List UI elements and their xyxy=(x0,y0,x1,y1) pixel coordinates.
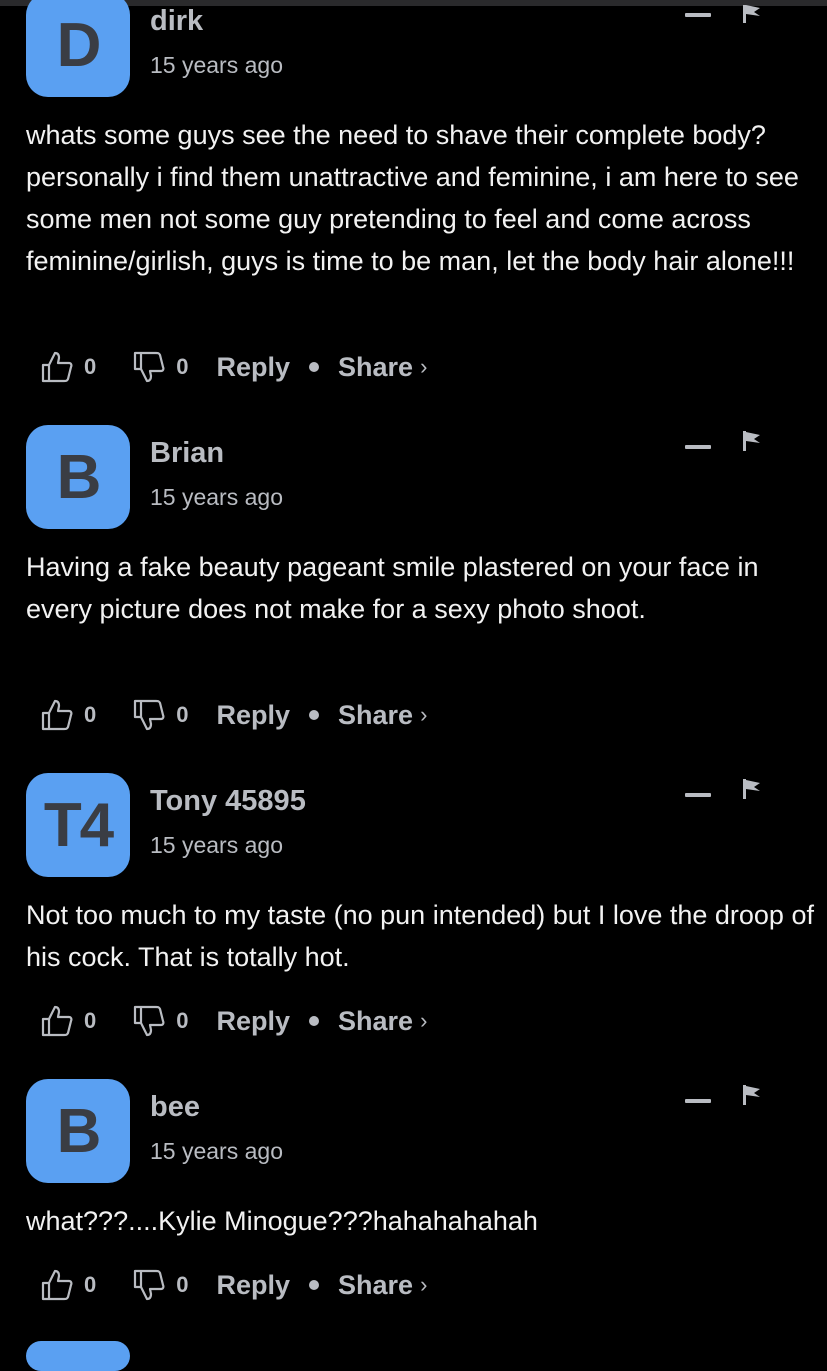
comment-timestamp[interactable]: 15 years ago xyxy=(150,1138,283,1165)
comment-author[interactable]: Tony 45895 xyxy=(150,785,306,818)
collapse-icon[interactable] xyxy=(685,793,711,797)
comment-timestamp[interactable]: 15 years ago xyxy=(150,484,283,511)
thumbs-up-icon[interactable] xyxy=(40,1004,74,1038)
share-button[interactable]: Share xyxy=(338,1006,413,1037)
downvote-count: 0 xyxy=(176,1008,189,1033)
comment-actions: 0 0 Reply Share › xyxy=(40,347,427,387)
comment-author[interactable]: bee xyxy=(150,1091,200,1124)
comment-body: whats some guys see the need to shave th… xyxy=(26,120,799,276)
flag-icon[interactable] xyxy=(742,5,762,27)
thumbs-up-icon[interactable] xyxy=(40,350,74,384)
separator-dot xyxy=(309,1016,320,1026)
comment-actions: 0 0 Reply Share › xyxy=(40,695,427,735)
comment-author[interactable]: dirk xyxy=(150,5,203,38)
flag-icon[interactable] xyxy=(742,1085,762,1107)
reply-button[interactable]: Reply xyxy=(217,1006,291,1037)
flag-icon[interactable] xyxy=(742,431,762,453)
avatar[interactable]: T4 xyxy=(26,773,130,877)
thumbs-down-icon[interactable] xyxy=(132,350,166,384)
share-button[interactable]: Share xyxy=(338,1270,413,1301)
collapse-icon[interactable] xyxy=(685,445,711,449)
separator-dot xyxy=(309,1280,320,1290)
collapse-icon[interactable] xyxy=(685,1099,711,1103)
comment-actions: 0 0 Reply Share › xyxy=(40,1265,427,1305)
upvote-count: 0 xyxy=(84,1008,97,1033)
comment-timestamp[interactable]: 15 years ago xyxy=(150,832,283,859)
chevron-right-icon: › xyxy=(420,702,428,727)
thumbs-down-icon[interactable] xyxy=(132,698,166,732)
chevron-right-icon: › xyxy=(420,354,428,379)
comment-actions: 0 0 Reply Share › xyxy=(40,1001,427,1041)
separator-dot xyxy=(309,362,320,372)
next-comment-avatar[interactable] xyxy=(26,1341,130,1371)
comment-timestamp[interactable]: 15 years ago xyxy=(150,52,283,79)
thumbs-down-icon[interactable] xyxy=(132,1004,166,1038)
avatar[interactable]: B xyxy=(26,425,130,529)
upvote-count: 0 xyxy=(84,1272,97,1297)
thumbs-up-icon[interactable] xyxy=(40,698,74,732)
comment-body: Not too much to my taste (no pun intende… xyxy=(26,900,814,972)
comment-body: what???....Kylie Minogue???hahahahahah xyxy=(26,1206,538,1236)
collapse-icon[interactable] xyxy=(685,13,711,17)
comment-author[interactable]: Brian xyxy=(150,437,224,470)
upvote-count: 0 xyxy=(84,702,97,727)
thumbs-up-icon[interactable] xyxy=(40,1268,74,1302)
avatar[interactable]: D xyxy=(26,0,130,97)
downvote-count: 0 xyxy=(176,702,189,727)
thumbs-down-icon[interactable] xyxy=(132,1268,166,1302)
flag-icon[interactable] xyxy=(742,779,762,801)
reply-button[interactable]: Reply xyxy=(217,700,291,731)
downvote-count: 0 xyxy=(176,354,189,379)
reply-button[interactable]: Reply xyxy=(217,1270,291,1301)
comment-body: Having a fake beauty pageant smile plast… xyxy=(26,552,759,624)
share-button[interactable]: Share xyxy=(338,352,413,383)
upvote-count: 0 xyxy=(84,354,97,379)
separator-dot xyxy=(309,710,320,720)
reply-button[interactable]: Reply xyxy=(217,352,291,383)
share-button[interactable]: Share xyxy=(338,700,413,731)
downvote-count: 0 xyxy=(176,1272,189,1297)
avatar[interactable]: B xyxy=(26,1079,130,1183)
chevron-right-icon: › xyxy=(420,1272,428,1297)
chevron-right-icon: › xyxy=(420,1008,428,1033)
